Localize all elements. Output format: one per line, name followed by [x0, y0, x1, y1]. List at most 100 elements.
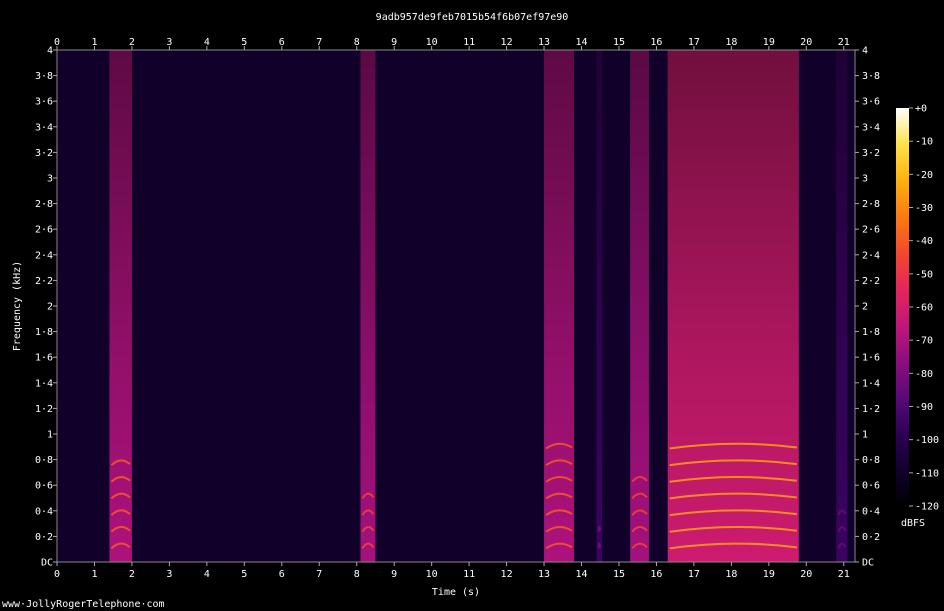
y-tick-label-left-1: 0·2 — [35, 532, 53, 543]
y-tick-label-right-15: 3 — [862, 174, 868, 185]
y-tick-label-left-0: DC — [41, 558, 53, 569]
x-tick-label-top-2: 2 — [129, 37, 135, 48]
x-tick-label-top-14: 14 — [575, 37, 587, 48]
x-tick-label-bottom-11: 11 — [463, 569, 475, 580]
x-tick-label-top-19: 19 — [763, 37, 775, 48]
x-tick-label-bottom-18: 18 — [725, 569, 737, 580]
colorbar-tick-label-6: -60 — [915, 303, 933, 314]
y-tick-label-right-13: 2·6 — [862, 225, 880, 236]
x-tick-label-bottom-15: 15 — [613, 569, 625, 580]
x-tick-label-top-18: 18 — [725, 37, 737, 48]
x-tick-label-bottom-12: 12 — [501, 569, 513, 580]
y-tick-label-right-9: 1·8 — [862, 327, 880, 338]
segment-fade-1 — [360, 50, 376, 562]
x-tick-label-bottom-9: 9 — [391, 569, 397, 580]
y-tick-label-right-17: 3·4 — [862, 122, 880, 133]
y-tick-label-left-20: 4 — [47, 46, 53, 57]
y-tick-label-right-14: 2·8 — [862, 199, 880, 210]
x-tick-label-top-4: 4 — [204, 37, 210, 48]
x-tick-label-bottom-6: 6 — [279, 569, 285, 580]
segment-fade-0 — [109, 50, 132, 562]
x-tick-label-bottom-17: 17 — [688, 569, 700, 580]
colorbar-tick-label-9: -90 — [915, 402, 933, 413]
x-tick-label-top-1: 1 — [91, 37, 97, 48]
y-tick-label-right-7: 1·4 — [862, 378, 880, 389]
y-tick-label-right-12: 2·4 — [862, 250, 880, 261]
y-axis-label: Frequency (kHz) — [12, 261, 23, 351]
x-tick-label-bottom-4: 4 — [204, 569, 210, 580]
x-tick-label-top-3: 3 — [166, 37, 172, 48]
x-tick-label-bottom-10: 10 — [426, 569, 438, 580]
segment-fade-5 — [667, 50, 799, 562]
y-tick-label-left-2: 0·4 — [35, 506, 53, 517]
spectrogram-chart: 9adb957de9feb7015b54f6b07ef97e90 0011223… — [2, 12, 939, 610]
y-tick-label-left-9: 1·8 — [35, 327, 53, 338]
x-tick-label-top-0: 0 — [54, 37, 60, 48]
x-tick-label-top-11: 11 — [463, 37, 475, 48]
x-tick-label-top-13: 13 — [538, 37, 550, 48]
y-tick-label-right-4: 0·8 — [862, 455, 880, 466]
y-tick-label-left-18: 3·6 — [35, 97, 53, 108]
y-tick-label-left-7: 1·4 — [35, 378, 53, 389]
segment-fade-4 — [630, 50, 649, 562]
colorbar-label: dBFS — [901, 518, 925, 529]
x-tick-label-top-8: 8 — [354, 37, 360, 48]
chart-title: 9adb957de9feb7015b54f6b07ef97e90 — [376, 12, 569, 23]
segment-fade-3 — [596, 50, 603, 562]
colorbar-tick-label-1: -10 — [915, 137, 933, 148]
x-tick-label-top-12: 12 — [501, 37, 513, 48]
x-tick-label-bottom-3: 3 — [166, 569, 172, 580]
x-tick-label-top-6: 6 — [279, 37, 285, 48]
y-tick-label-left-16: 3·2 — [35, 148, 53, 159]
x-tick-label-top-9: 9 — [391, 37, 397, 48]
y-tick-label-right-2: 0·4 — [862, 506, 880, 517]
y-tick-label-left-3: 0·6 — [35, 481, 53, 492]
y-tick-label-left-8: 1·6 — [35, 353, 53, 364]
y-tick-label-left-11: 2·2 — [35, 276, 53, 287]
x-tick-label-bottom-20: 20 — [800, 569, 812, 580]
y-tick-label-left-4: 0·8 — [35, 455, 53, 466]
x-tick-label-top-20: 20 — [800, 37, 812, 48]
x-tick-label-top-16: 16 — [650, 37, 662, 48]
watermark: www·JollyRogerTelephone·com — [2, 599, 165, 610]
colorbar-tick-label-5: -50 — [915, 269, 933, 280]
colorbar-tick-label-8: -80 — [915, 369, 933, 380]
x-tick-label-top-17: 17 — [688, 37, 700, 48]
y-tick-label-left-15: 3 — [47, 174, 53, 185]
y-tick-label-left-14: 2·8 — [35, 199, 53, 210]
y-tick-label-right-0: DC — [862, 558, 874, 569]
y-tick-label-left-13: 2·6 — [35, 225, 53, 236]
segment-fade-6 — [836, 50, 848, 562]
colorbar-tick-label-12: -120 — [915, 502, 939, 513]
y-tick-label-left-6: 1·2 — [35, 404, 53, 415]
y-tick-label-right-3: 0·6 — [862, 481, 880, 492]
x-tick-label-bottom-7: 7 — [316, 569, 322, 580]
y-tick-label-left-5: 1 — [47, 430, 53, 441]
x-tick-label-top-10: 10 — [426, 37, 438, 48]
x-axis-label: Time (s) — [432, 587, 480, 598]
colorbar-tick-label-11: -110 — [915, 468, 939, 479]
x-tick-label-bottom-2: 2 — [129, 569, 135, 580]
x-tick-label-bottom-13: 13 — [538, 569, 550, 580]
segment-fade-2 — [544, 50, 575, 562]
y-tick-label-left-19: 3·8 — [35, 71, 53, 82]
x-tick-label-bottom-5: 5 — [241, 569, 247, 580]
x-tick-label-bottom-8: 8 — [354, 569, 360, 580]
x-tick-label-top-21: 21 — [838, 37, 850, 48]
colorbar-tick-label-10: -100 — [915, 435, 939, 446]
colorbar-tick-label-3: -30 — [915, 203, 933, 214]
x-tick-label-bottom-14: 14 — [575, 569, 587, 580]
y-tick-label-right-5: 1 — [862, 430, 868, 441]
y-tick-label-right-11: 2·2 — [862, 276, 880, 287]
colorbar-ticks: +0 -10 -20 -30 -40 -50 -60 -70 -80 -90 -100 -110 -12… — [909, 104, 939, 513]
colorbar — [896, 108, 909, 506]
y-tick-label-right-10: 2 — [862, 302, 868, 313]
colorbar-tick-label-0: +0 — [915, 104, 927, 115]
y-tick-label-right-16: 3·2 — [862, 148, 880, 159]
x-tick-label-bottom-19: 19 — [763, 569, 775, 580]
y-tick-label-right-6: 1·2 — [862, 404, 880, 415]
colorbar-tick-label-4: -40 — [915, 236, 933, 247]
y-tick-label-right-19: 3·8 — [862, 71, 880, 82]
x-tick-label-top-15: 15 — [613, 37, 625, 48]
x-tick-label-bottom-16: 16 — [650, 569, 662, 580]
